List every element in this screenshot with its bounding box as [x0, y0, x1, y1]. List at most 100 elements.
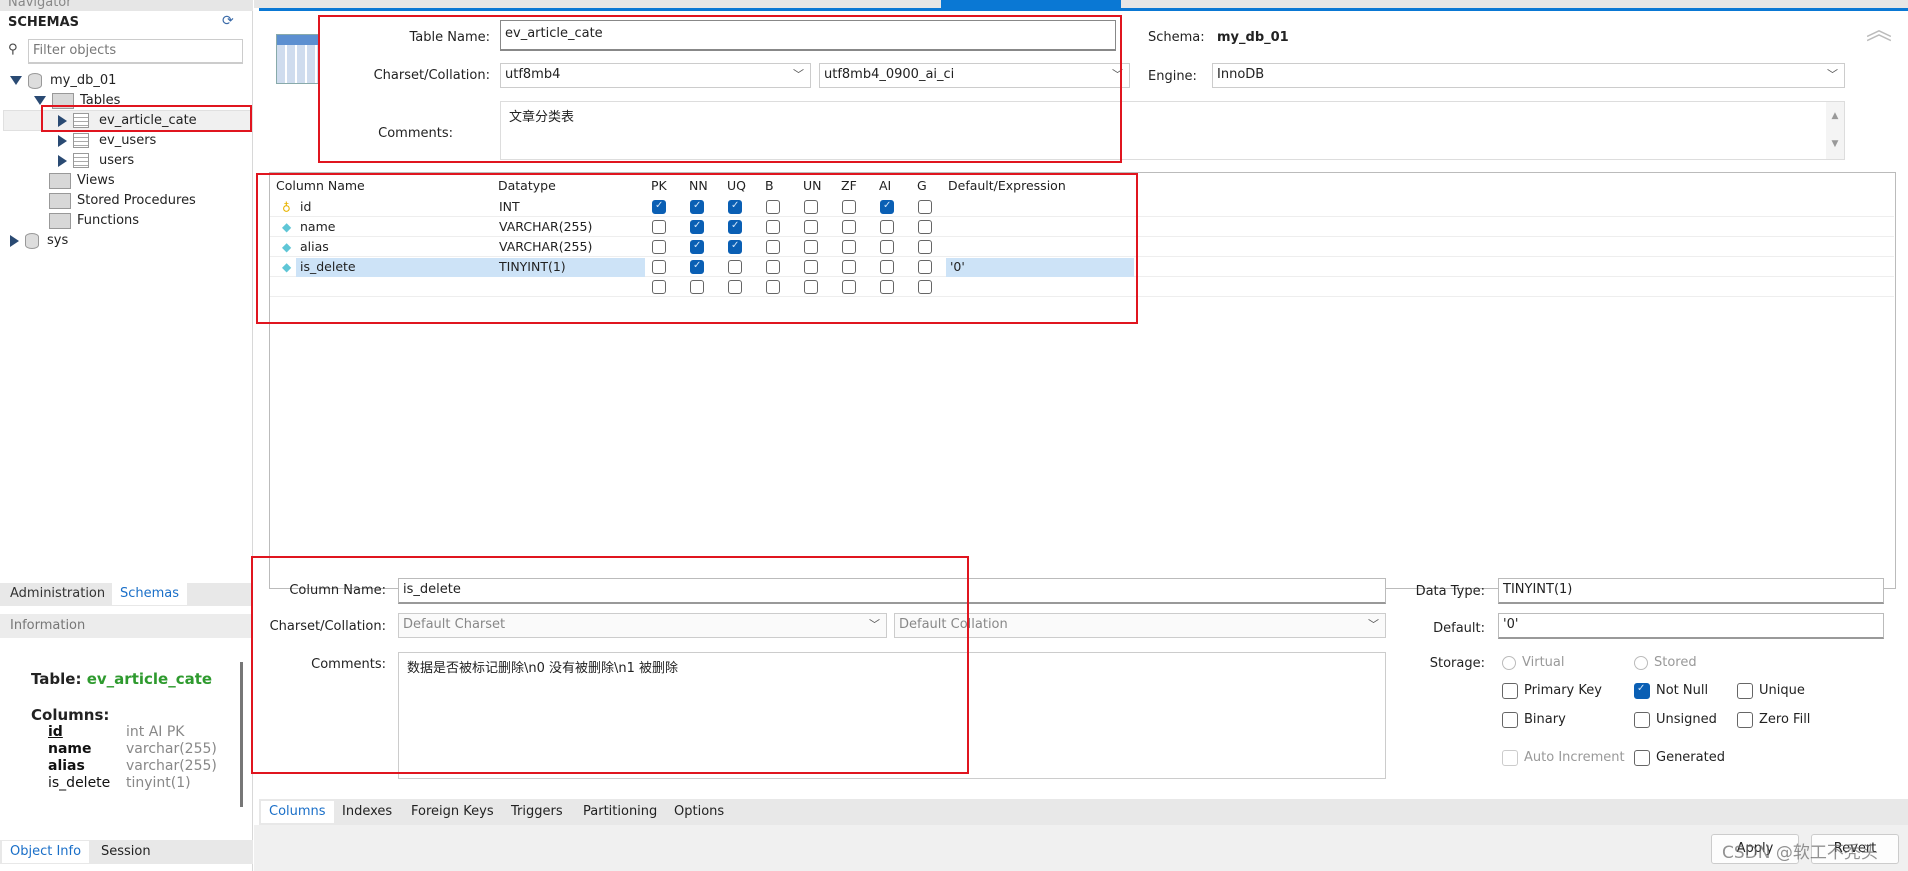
expand-icon[interactable] [10, 234, 19, 247]
tab-triggers[interactable]: Triggers [503, 801, 571, 823]
flag-g-checkbox[interactable] [918, 200, 932, 214]
flag-uq-checkbox[interactable] [728, 200, 742, 214]
grid-header-uq[interactable]: UQ [727, 178, 746, 193]
tab-schemas[interactable]: Schemas [112, 583, 188, 605]
flag-nn-checkbox[interactable] [690, 200, 704, 214]
grid-header-column-name[interactable]: Column Name [276, 178, 365, 193]
tab-foreign-keys[interactable]: Foreign Keys [403, 801, 502, 823]
data-type-input[interactable]: TINYINT(1) [1498, 578, 1884, 604]
collapse-icon[interactable]: ︽ [1866, 18, 1892, 44]
tree-item-users[interactable]: users [58, 151, 134, 171]
flag-g-checkbox[interactable] [918, 240, 932, 254]
table-comments-textarea[interactable]: 文章分类表 ▲ ▼ [500, 101, 1845, 160]
expand-icon[interactable] [34, 96, 46, 105]
grid-header-ai[interactable]: AI [879, 178, 891, 193]
comments-scrollbar[interactable]: ▲ ▼ [1826, 102, 1844, 159]
active-editor-tab[interactable] [941, 0, 1121, 8]
datatype-cell[interactable]: VARCHAR(255) [499, 217, 592, 237]
zero-fill-checkbox[interactable] [1737, 712, 1753, 728]
grid-header-zf[interactable]: ZF [841, 178, 857, 193]
tab-options[interactable]: Options [666, 801, 732, 823]
flag-zf-checkbox[interactable] [842, 220, 856, 234]
flag-ai-checkbox[interactable] [880, 200, 894, 214]
unsigned-checkbox[interactable] [1634, 712, 1650, 728]
auto-increment-checkbox[interactable] [1502, 750, 1518, 766]
tab-object-info[interactable]: Object Info [2, 841, 90, 863]
flag-nn-checkbox[interactable] [690, 260, 704, 274]
flag-uq-checkbox[interactable] [728, 280, 742, 294]
tree-item-ev-article-cate[interactable]: ev_article_cate [58, 111, 197, 131]
column-name-cell[interactable]: name [300, 217, 335, 237]
grid-header-un[interactable]: UN [803, 178, 822, 193]
expand-icon[interactable] [58, 134, 67, 147]
primary-key-checkbox[interactable] [1502, 683, 1518, 699]
unique-checkbox[interactable] [1737, 683, 1753, 699]
flag-zf-checkbox[interactable] [842, 200, 856, 214]
flag-pk-checkbox[interactable] [652, 260, 666, 274]
grid-header-pk[interactable]: PK [651, 178, 667, 193]
flag-nn-checkbox[interactable] [690, 240, 704, 254]
grid-header-datatype[interactable]: Datatype [498, 178, 556, 193]
flag-ai-checkbox[interactable] [880, 220, 894, 234]
charset-select[interactable]: utf8mb4 ﹀ [500, 63, 811, 88]
grid-header-default-expression[interactable]: Default/Expression [948, 178, 1066, 193]
flag-un-checkbox[interactable] [804, 280, 818, 294]
tree-item-views[interactable]: Views [49, 171, 115, 191]
tab-administration[interactable]: Administration [2, 583, 113, 605]
flag-ai-checkbox[interactable] [880, 280, 894, 294]
flag-un-checkbox[interactable] [804, 240, 818, 254]
default-cell[interactable]: '0' [950, 257, 965, 277]
flag-nn-checkbox[interactable] [690, 280, 704, 294]
engine-select[interactable]: InnoDB ﹀ [1212, 63, 1845, 88]
storage-virtual-radio[interactable] [1502, 656, 1516, 670]
not-null-checkbox[interactable] [1634, 683, 1650, 699]
flag-b-checkbox[interactable] [766, 240, 780, 254]
tab-indexes[interactable]: Indexes [334, 801, 400, 823]
flag-un-checkbox[interactable] [804, 260, 818, 274]
flag-uq-checkbox[interactable] [728, 240, 742, 254]
flag-pk-checkbox[interactable] [652, 220, 666, 234]
refresh-icon[interactable]: ⟳ [222, 13, 234, 29]
column-name-input[interactable]: is_delete [398, 578, 1386, 604]
column-comments-textarea[interactable]: 数据是否被标记删除\n0 没有被删除\n1 被删除 [398, 652, 1386, 779]
datatype-cell[interactable]: INT [499, 197, 520, 217]
tree-item-functions[interactable]: Functions [49, 211, 139, 231]
flag-b-checkbox[interactable] [766, 260, 780, 274]
flag-pk-checkbox[interactable] [652, 200, 666, 214]
flag-ai-checkbox[interactable] [880, 240, 894, 254]
tree-item-my-db-01[interactable]: my_db_01 [10, 71, 116, 91]
expand-icon[interactable] [58, 114, 67, 127]
tab-columns[interactable]: Columns [261, 801, 334, 823]
column-charset-select[interactable]: Default Charset ﹀ [398, 613, 887, 638]
column-name-cell[interactable]: alias [300, 237, 329, 257]
flag-g-checkbox[interactable] [918, 220, 932, 234]
flag-uq-checkbox[interactable] [728, 260, 742, 274]
flag-b-checkbox[interactable] [766, 280, 780, 294]
flag-b-checkbox[interactable] [766, 200, 780, 214]
flag-zf-checkbox[interactable] [842, 280, 856, 294]
flag-pk-checkbox[interactable] [652, 280, 666, 294]
table-name-input[interactable]: ev_article_cate [500, 20, 1116, 51]
table-row[interactable] [270, 277, 1894, 297]
flag-b-checkbox[interactable] [766, 220, 780, 234]
flag-pk-checkbox[interactable] [652, 240, 666, 254]
column-name-cell[interactable]: id [300, 197, 311, 217]
flag-ai-checkbox[interactable] [880, 260, 894, 274]
grid-header-g[interactable]: G [917, 178, 927, 193]
flag-nn-checkbox[interactable] [690, 220, 704, 234]
expand-icon[interactable] [10, 76, 22, 85]
datatype-cell[interactable]: TINYINT(1) [499, 257, 566, 277]
info-scrollbar[interactable] [240, 662, 243, 807]
flag-g-checkbox[interactable] [918, 280, 932, 294]
binary-checkbox[interactable] [1502, 712, 1518, 728]
tree-item-tables[interactable]: Tables [34, 91, 120, 111]
column-name-cell[interactable]: is_delete [300, 257, 356, 277]
grid-header-b[interactable]: B [765, 178, 774, 193]
tree-item-ev-users[interactable]: ev_users [58, 131, 156, 151]
storage-stored-radio[interactable] [1634, 656, 1648, 670]
default-input[interactable]: '0' [1498, 613, 1884, 639]
tree-item-stored-procedures[interactable]: Stored Procedures [49, 191, 196, 211]
generated-checkbox[interactable] [1634, 750, 1650, 766]
datatype-cell[interactable]: VARCHAR(255) [499, 237, 592, 257]
tab-session[interactable]: Session [93, 841, 159, 863]
